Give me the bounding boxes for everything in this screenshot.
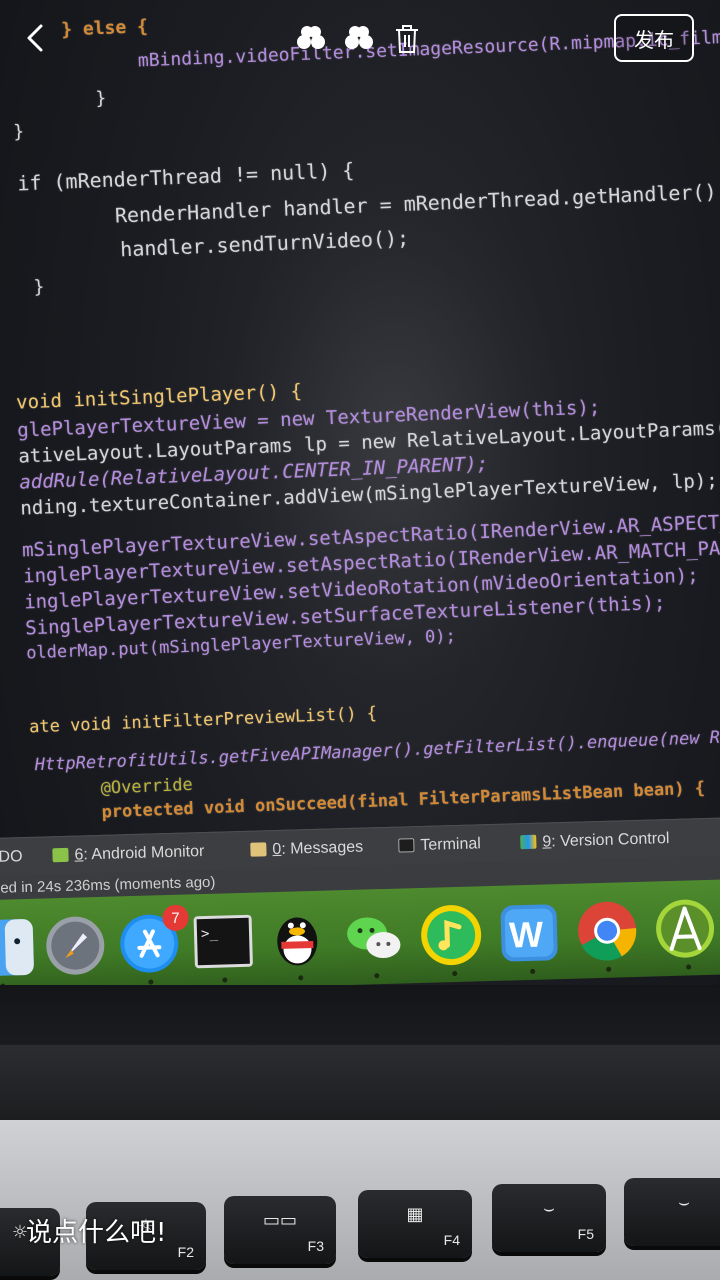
running-indicator xyxy=(530,968,536,974)
keyboard-key: ⌣ F5 xyxy=(492,1184,606,1252)
back-button[interactable] xyxy=(18,20,54,56)
wechat-icon[interactable] xyxy=(340,904,406,970)
laptop-keyboard-deck: ☼ ☼ F2 ▭▭ F3 ▦ F4 ⌣ F5 ⌣ xyxy=(0,1120,720,1280)
running-indicator xyxy=(606,966,612,972)
launchpad-icon[interactable] xyxy=(42,913,108,979)
app-store-badge: 7 xyxy=(162,904,189,932)
tool-terminal[interactable]: Terminal xyxy=(398,835,481,855)
comment-input[interactable]: 说点什么吧! xyxy=(26,1212,166,1249)
code-line: } xyxy=(51,87,107,111)
finder-icon[interactable] xyxy=(0,915,38,981)
code-line: void initSinglePlayer() { xyxy=(15,380,303,414)
code-line: } else { xyxy=(60,16,149,41)
chevron-left-icon xyxy=(27,24,43,52)
svg-text:W: W xyxy=(509,914,544,956)
wps-icon[interactable]: W xyxy=(496,900,562,966)
code-line: ate void initFilterPreviewList() { xyxy=(28,703,378,738)
code-line: } xyxy=(33,276,45,298)
tool-messages[interactable]: 0: Messages xyxy=(250,839,363,860)
filter-icon[interactable] xyxy=(345,26,373,49)
running-indicator xyxy=(222,977,228,983)
editing-tools xyxy=(297,25,418,53)
publish-button[interactable]: 发布 xyxy=(614,14,694,62)
keyboard-key: ▦ F4 xyxy=(358,1190,472,1258)
build-status: ed in 24s 236ms (moments ago) xyxy=(0,873,216,897)
running-indicator xyxy=(374,973,380,979)
qq-icon[interactable] xyxy=(264,907,330,973)
code-line: } xyxy=(12,121,25,143)
beauty-filter-icon[interactable] xyxy=(297,26,325,49)
code-line: handler.sendTurnVideo(); xyxy=(71,225,410,264)
video-frame: } else { mBinding.videoFilter.setImageRe… xyxy=(0,0,720,1280)
trash-icon[interactable] xyxy=(396,25,418,53)
svg-text:>_: >_ xyxy=(201,926,219,942)
running-indicator xyxy=(148,979,154,985)
terminal-icon xyxy=(398,838,415,853)
chrome-icon[interactable] xyxy=(574,898,640,964)
code-line: if (mRenderThread != null) { xyxy=(16,157,355,196)
android-icon xyxy=(52,847,69,863)
code-line: HttpRetrofitUtils.getFiveAPIManager().ge… xyxy=(34,726,720,776)
messages-icon xyxy=(250,842,267,857)
running-indicator xyxy=(686,964,692,970)
mac-dock: 7 >_ W xyxy=(0,878,720,995)
tool-todo[interactable]: DO xyxy=(0,848,23,867)
tool-android-monitor[interactable]: 6: Android Monitor xyxy=(52,843,205,865)
code-line: @Override xyxy=(59,774,194,801)
vcs-icon xyxy=(520,834,537,850)
code-editor: } else { mBinding.videoFilter.setImageRe… xyxy=(0,0,720,859)
tool-version-control[interactable]: 9: Version Control xyxy=(520,830,670,852)
android-studio-icon[interactable] xyxy=(652,896,718,962)
terminal-icon[interactable]: >_ xyxy=(190,909,256,975)
qq-music-icon[interactable] xyxy=(418,902,484,968)
keyboard-key: ▭▭ F3 xyxy=(224,1196,336,1264)
keyboard-key: ⌣ xyxy=(624,1178,720,1246)
running-indicator xyxy=(298,975,304,981)
running-indicator xyxy=(452,970,458,977)
